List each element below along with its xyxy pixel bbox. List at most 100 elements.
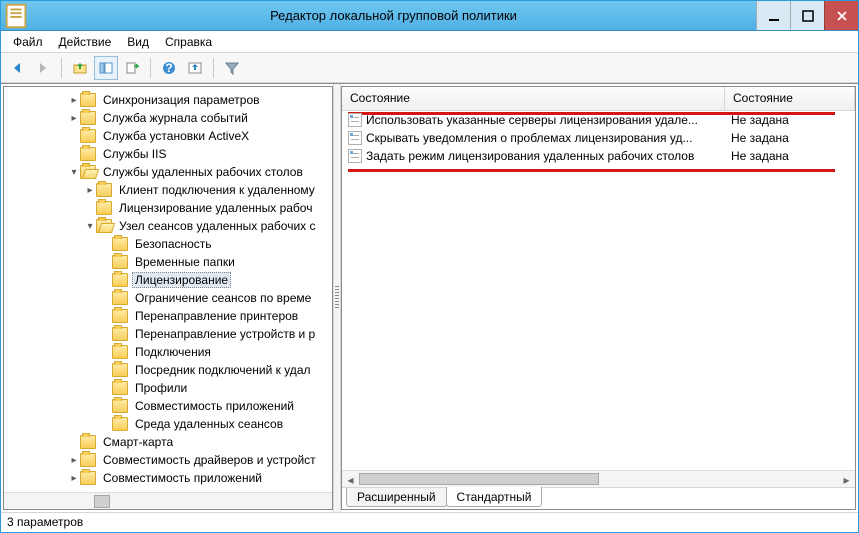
svg-text:?: ? [165, 61, 172, 75]
tree-node[interactable]: Службы IIS [4, 145, 332, 163]
folder-closed-icon [112, 381, 128, 395]
filter-button[interactable] [220, 56, 244, 80]
tab-extended[interactable]: Расширенный [346, 488, 447, 507]
folder-closed-icon [112, 255, 128, 269]
tree-node[interactable]: Перенаправление устройств и р [4, 325, 332, 343]
pane-splitter[interactable] [333, 84, 341, 512]
setting-name: Задать режим лицензирования удаленных ра… [366, 149, 694, 163]
tree-node-label: Узел сеансов удаленных рабочих с [116, 218, 319, 234]
setting-state: Не задана [725, 113, 855, 127]
tree-node[interactable]: ▸ Синхронизация параметров [4, 91, 332, 109]
column-header-state[interactable]: Состояние [725, 87, 855, 110]
tree-node[interactable]: Посредник подключений к удал [4, 361, 332, 379]
tree-node-label: Совместимость приложений [100, 470, 265, 486]
tree-node-label: Совместимость драйверов и устройст [100, 452, 319, 468]
tree-node[interactable]: Безопасность [4, 235, 332, 253]
up-folder-button[interactable] [68, 56, 92, 80]
properties-button[interactable] [183, 56, 207, 80]
tree-node-label: Клиент подключения к удаленному [116, 182, 318, 198]
scroll-right-icon[interactable]: ▸ [838, 471, 855, 488]
tree-node[interactable]: Профили [4, 379, 332, 397]
policy-setting-icon [348, 131, 362, 145]
export-list-button[interactable] [120, 56, 144, 80]
gpedit-window: Редактор локальной групповой политики Фа… [0, 0, 859, 533]
show-hide-tree-button[interactable] [94, 56, 118, 80]
tree-horizontal-scrollbar[interactable] [4, 492, 332, 509]
tree-node-label: Безопасность [132, 236, 215, 252]
scroll-left-icon[interactable]: ◂ [342, 471, 359, 488]
menu-help[interactable]: Справка [157, 33, 220, 51]
folder-open-icon [80, 165, 96, 179]
setting-state: Не задана [725, 149, 855, 163]
policy-tree[interactable]: ▸ Синхронизация параметров▸Служба журнала… [4, 87, 332, 492]
tree-node[interactable]: ▸ Совместимость драйверов и устройст [4, 451, 332, 469]
titlebar: Редактор локальной групповой политики [1, 1, 858, 31]
folder-open-icon [96, 219, 112, 233]
menubar: Файл Действие Вид Справка [1, 31, 858, 53]
tree-node[interactable]: Ограничение сеансов по време [4, 289, 332, 307]
settings-list[interactable]: Использовать указанные серверы лицензиро… [342, 111, 855, 470]
folder-closed-icon [96, 183, 112, 197]
list-horizontal-scrollbar[interactable]: ◂ ▸ [342, 470, 855, 487]
tree-node-label: Служба установки ActiveX [100, 128, 252, 144]
tree-node[interactable]: Среда удаленных сеансов [4, 415, 332, 433]
folder-closed-icon [112, 291, 128, 305]
list-row[interactable]: Скрывать уведомления о проблемах лицензи… [342, 129, 855, 147]
tree-node[interactable]: Лицензирование удаленных рабоч [4, 199, 332, 217]
tree-node-label: Лицензирование [132, 272, 231, 288]
collapse-icon[interactable]: ▾ [68, 167, 80, 178]
expand-icon[interactable]: ▸ [68, 473, 80, 484]
help-button[interactable]: ? [157, 56, 181, 80]
tree-node[interactable]: Лицензирование [4, 271, 332, 289]
tree-node[interactable]: Временные папки [4, 253, 332, 271]
folder-closed-icon [80, 111, 96, 125]
list-header: Состояние Состояние [342, 87, 855, 111]
folder-closed-icon [112, 273, 128, 287]
tree-node-label: Подключения [132, 344, 214, 360]
tree-node-label: Среда удаленных сеансов [132, 416, 286, 432]
tree-node[interactable]: Служба установки ActiveX [4, 127, 332, 145]
policy-setting-icon [348, 113, 362, 127]
list-row[interactable]: Задать режим лицензирования удаленных ра… [342, 147, 855, 165]
setting-name: Скрывать уведомления о проблемах лицензи… [366, 131, 692, 145]
folder-closed-icon [112, 327, 128, 341]
tree-node-label: Совместимость приложений [132, 398, 297, 414]
menu-view[interactable]: Вид [119, 33, 157, 51]
expand-icon[interactable]: ▸ [68, 95, 80, 106]
folder-closed-icon [80, 129, 96, 143]
forward-button[interactable] [31, 56, 55, 80]
tree-node[interactable]: ▸Служба журнала событий [4, 109, 332, 127]
close-button[interactable] [824, 1, 858, 30]
tree-node-label: Временные папки [132, 254, 238, 270]
back-button[interactable] [5, 56, 29, 80]
folder-closed-icon [96, 201, 112, 215]
folder-closed-icon [112, 309, 128, 323]
folder-closed-icon [80, 147, 96, 161]
tab-standard[interactable]: Стандартный [446, 487, 543, 507]
folder-closed-icon [112, 363, 128, 377]
expand-icon[interactable]: ▸ [84, 185, 96, 196]
policy-setting-icon [348, 149, 362, 163]
tree-node[interactable]: Смарт-карта [4, 433, 332, 451]
tree-node[interactable]: ▸ Совместимость приложений [4, 469, 332, 487]
column-header-name[interactable]: Состояние [342, 87, 725, 110]
tree-node[interactable]: ▸ Клиент подключения к удаленному [4, 181, 332, 199]
maximize-button[interactable] [790, 1, 824, 30]
expand-icon[interactable]: ▸ [68, 113, 80, 124]
collapse-icon[interactable]: ▾ [84, 221, 96, 232]
tree-node[interactable]: ▾Службы удаленных рабочих столов [4, 163, 332, 181]
tree-node[interactable]: Совместимость приложений [4, 397, 332, 415]
status-text: 3 параметров [7, 515, 83, 529]
menu-file[interactable]: Файл [5, 33, 51, 51]
window-title: Редактор локальной групповой политики [31, 8, 756, 23]
minimize-button[interactable] [756, 1, 790, 30]
tree-node-label: Синхронизация параметров [100, 92, 263, 108]
app-icon [1, 1, 31, 31]
expand-icon[interactable]: ▸ [68, 455, 80, 466]
tree-node[interactable]: Подключения [4, 343, 332, 361]
tree-node[interactable]: Перенаправление принтеров [4, 307, 332, 325]
menu-action[interactable]: Действие [51, 33, 120, 51]
folder-closed-icon [112, 399, 128, 413]
tree-node[interactable]: ▾ Узел сеансов удаленных рабочих с [4, 217, 332, 235]
highlight-line-icon [348, 112, 835, 115]
